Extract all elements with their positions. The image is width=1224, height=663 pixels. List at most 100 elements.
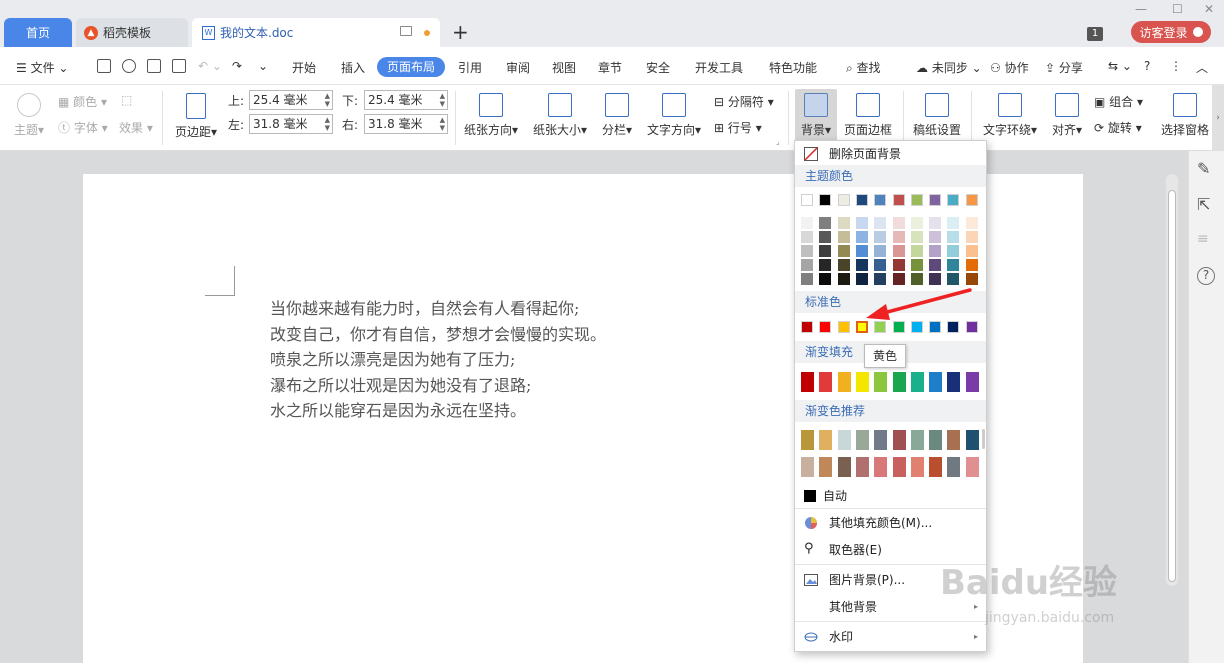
color-swatch[interactable]: [837, 194, 850, 206]
text-line[interactable]: 当你越来越有能力时，自然会有人看得起你;: [270, 296, 606, 322]
color-swatch[interactable]: [855, 259, 868, 271]
effect-icon[interactable]: ⬚: [121, 93, 132, 107]
spin-arrows-icon[interactable]: ▲ ▼: [440, 116, 445, 132]
color-swatch[interactable]: [837, 321, 850, 333]
color-swatch[interactable]: [929, 273, 942, 285]
color-swatch[interactable]: [929, 259, 942, 271]
color-swatch[interactable]: [801, 217, 813, 229]
color-swatch[interactable]: [855, 430, 869, 450]
color-swatch[interactable]: [965, 273, 978, 285]
color-swatch[interactable]: [801, 321, 813, 333]
guest-login-button[interactable]: 访客登录: [1131, 21, 1211, 43]
effect-button[interactable]: 效果 ▾: [119, 119, 153, 136]
share-button[interactable]: ⇪ 分享: [1045, 59, 1083, 76]
color-swatch[interactable]: [947, 231, 960, 243]
color-swatch[interactable]: [874, 245, 887, 257]
color-swatch[interactable]: [965, 259, 978, 271]
color-swatch[interactable]: [947, 372, 961, 392]
color-swatch[interactable]: [910, 321, 923, 333]
color-swatch[interactable]: [929, 430, 943, 450]
color-swatch[interactable]: [965, 430, 979, 450]
text-line[interactable]: 喷泉之所以漂亮是因为她有了压力;: [270, 347, 606, 373]
color-swatch[interactable]: [910, 217, 923, 229]
color-swatch[interactable]: [892, 245, 905, 257]
left-margin-input[interactable]: 31.8 毫米 ▲ ▼: [249, 114, 333, 134]
color-swatch[interactable]: [855, 457, 869, 477]
bottom-margin-input[interactable]: 25.4 毫米 ▲ ▼: [364, 90, 448, 110]
color-swatch[interactable]: [874, 217, 887, 229]
menu-special[interactable]: 特色功能: [769, 59, 817, 76]
color-swatch[interactable]: [801, 231, 813, 243]
color-swatch[interactable]: [910, 194, 923, 206]
color-swatch[interactable]: [874, 457, 888, 477]
color-swatch[interactable]: [910, 372, 924, 392]
color-swatch[interactable]: [837, 430, 851, 450]
color-swatch[interactable]: [892, 321, 905, 333]
color-swatch[interactable]: [801, 372, 814, 392]
search-button[interactable]: ⌕ 查找: [846, 59, 881, 76]
color-swatch[interactable]: [819, 457, 833, 477]
color-swatch[interactable]: [874, 321, 887, 333]
color-swatch[interactable]: [855, 231, 868, 243]
menu-references[interactable]: 引用: [458, 59, 482, 76]
color-swatch[interactable]: [855, 245, 868, 257]
color-swatch[interactable]: [874, 430, 888, 450]
color-swatch[interactable]: [892, 231, 905, 243]
color-swatch[interactable]: [801, 273, 813, 285]
color-swatch[interactable]: [947, 245, 960, 257]
close-icon[interactable]: ✕: [1204, 2, 1214, 16]
minimize-icon[interactable]: —: [1135, 2, 1147, 16]
tab-document[interactable]: W 我的文本.doc: [192, 18, 440, 47]
color-swatch[interactable]: [801, 259, 813, 271]
color-swatch[interactable]: [965, 217, 978, 229]
color-swatch[interactable]: [819, 321, 832, 333]
margins-button[interactable]: 页边距▾: [173, 93, 219, 140]
color-swatch[interactable]: [947, 194, 960, 206]
color-swatch[interactable]: [819, 273, 832, 285]
color-swatch[interactable]: [947, 217, 960, 229]
print-icon[interactable]: [147, 59, 161, 73]
help-circle-icon[interactable]: ?: [1197, 267, 1215, 285]
scrollbar-thumb[interactable]: [1168, 190, 1176, 582]
color-swatch[interactable]: [819, 430, 833, 450]
color-swatch[interactable]: [855, 372, 869, 392]
group-button[interactable]: ▣ 组合 ▾: [1094, 93, 1143, 110]
redo-icon[interactable]: ↷: [232, 59, 242, 73]
spin-arrows-icon[interactable]: ▲ ▼: [325, 92, 330, 108]
menu-insert[interactable]: 插入: [341, 59, 365, 76]
color-swatch[interactable]: [837, 372, 851, 392]
color-swatch[interactable]: [837, 231, 850, 243]
color-swatch[interactable]: [910, 245, 923, 257]
ribbon-scroll-right-icon[interactable]: ›: [1212, 85, 1224, 151]
align-button[interactable]: 对齐▾: [1050, 93, 1084, 138]
text-line[interactable]: 改变自己，你才有自信，梦想才会慢慢的实现。: [270, 322, 606, 348]
color-swatch[interactable]: [874, 273, 887, 285]
color-swatch[interactable]: [965, 194, 978, 206]
right-margin-input[interactable]: 31.8 毫米 ▲ ▼: [364, 114, 448, 134]
menu-page-layout[interactable]: 页面布局: [377, 57, 445, 77]
color-button[interactable]: ▦ 颜色 ▾: [58, 93, 107, 110]
menu-review[interactable]: 审阅: [506, 59, 530, 76]
window-count-badge[interactable]: 1: [1087, 27, 1103, 41]
customize-icon[interactable]: ⌄: [258, 59, 268, 73]
cursor-icon[interactable]: ⇱: [1197, 195, 1215, 214]
color-swatch[interactable]: [947, 273, 960, 285]
color-swatch[interactable]: [855, 273, 868, 285]
file-menu[interactable]: ☰ 文件 ⌄: [16, 59, 68, 76]
color-swatch[interactable]: [892, 259, 905, 271]
color-swatch[interactable]: [929, 231, 942, 243]
color-swatch[interactable]: [855, 217, 868, 229]
color-swatch[interactable]: [874, 194, 887, 206]
orientation-button[interactable]: 纸张方向▾: [462, 93, 520, 138]
color-swatch[interactable]: [837, 245, 850, 257]
color-swatch[interactable]: [892, 217, 905, 229]
color-swatch[interactable]: [855, 194, 868, 206]
tab-daoke-templates[interactable]: ▲ 稻壳模板: [76, 18, 188, 47]
color-swatch[interactable]: [892, 457, 906, 477]
collapse-ribbon-icon[interactable]: ︿: [1196, 59, 1208, 76]
menu-security[interactable]: 安全: [646, 59, 670, 76]
color-swatch[interactable]: [965, 231, 978, 243]
settings-sliders-icon[interactable]: ≡: [1197, 231, 1215, 249]
color-swatch[interactable]: [801, 194, 813, 206]
pen-icon[interactable]: ✎: [1197, 159, 1215, 178]
